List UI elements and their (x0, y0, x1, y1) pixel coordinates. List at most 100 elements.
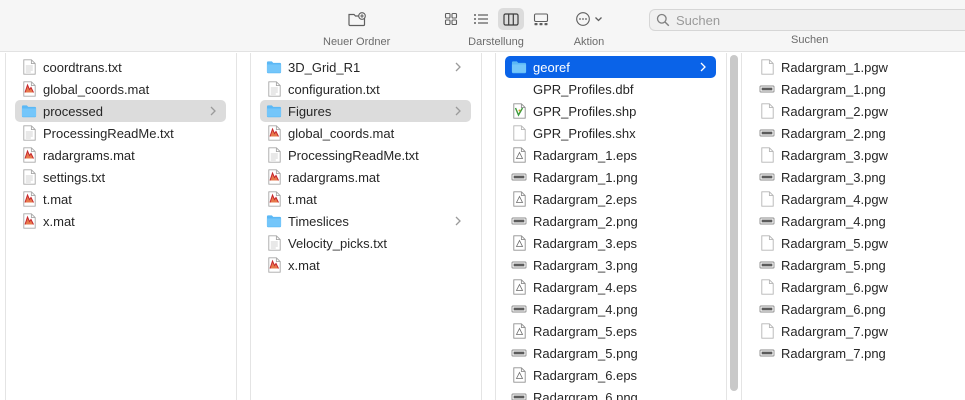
png-file-icon (511, 389, 527, 400)
mat-file-icon (21, 81, 37, 97)
file-row[interactable]: Radargram_3.pgw (753, 144, 953, 166)
file-row[interactable]: Radargram_5.png (753, 254, 953, 276)
file-row[interactable]: global_coords.mat (15, 78, 226, 100)
icon-view-button[interactable] (438, 8, 464, 30)
search-label: Suchen (791, 34, 829, 46)
eps-file-icon (511, 191, 527, 207)
file-row[interactable]: radargrams.mat (15, 144, 226, 166)
file-row[interactable]: Radargram_5.png (505, 342, 716, 364)
file-row[interactable]: Radargram_7.pgw (753, 320, 953, 342)
search-field[interactable] (649, 9, 965, 31)
file-row[interactable]: x.mat (260, 254, 471, 276)
item-name: Radargram_5.eps (533, 323, 638, 339)
png-file-icon (511, 257, 527, 273)
folder-row[interactable]: 3D_Grid_R1 (260, 56, 471, 78)
folder-icon (266, 59, 282, 75)
item-name: t.mat (43, 191, 72, 207)
file-row[interactable]: t.mat (15, 188, 226, 210)
eps-file-icon (511, 323, 527, 339)
file-row[interactable]: x.mat (15, 210, 226, 232)
folder-icon (266, 103, 282, 119)
file-row[interactable]: Radargram_6.png (753, 298, 953, 320)
chevron-right-icon (208, 104, 218, 118)
folder-row[interactable]: Timeslices (260, 210, 471, 232)
file-row[interactable]: t.mat (260, 188, 471, 210)
file-row[interactable]: ProcessingReadMe.txt (15, 122, 226, 144)
file-row[interactable]: configuration.txt (260, 78, 471, 100)
file-row[interactable]: Radargram_5.eps (505, 320, 716, 342)
file-row[interactable]: Radargram_3.eps (505, 232, 716, 254)
action-menu-button[interactable] (571, 8, 607, 30)
file-row[interactable]: Radargram_2.eps (505, 188, 716, 210)
png-file-icon (759, 345, 775, 361)
file-row[interactable]: Radargram_6.eps (505, 364, 716, 386)
file-row[interactable]: Radargram_7.png (753, 342, 953, 364)
file-row[interactable]: Radargram_2.png (505, 210, 716, 232)
blank-doc-icon (759, 323, 775, 339)
item-name: Radargram_3.pgw (781, 147, 888, 163)
file-row[interactable]: global_coords.mat (260, 122, 471, 144)
file-row[interactable]: Radargram_3.png (505, 254, 716, 276)
item-name: 3D_Grid_R1 (288, 59, 361, 75)
file-row[interactable]: Radargram_3.png (753, 166, 953, 188)
folder-plus-icon (348, 12, 366, 27)
text-doc-icon (266, 81, 282, 97)
file-row[interactable]: Radargram_4.png (505, 298, 716, 320)
folder-row[interactable]: processed (15, 100, 226, 122)
chevron-right-icon (453, 214, 463, 228)
shape-file-icon (511, 103, 527, 119)
item-name: Radargram_6.png (533, 389, 638, 400)
file-row[interactable]: ProcessingReadMe.txt (260, 144, 471, 166)
file-row[interactable]: radargrams.mat (260, 166, 471, 188)
item-name: Radargram_4.png (781, 213, 886, 229)
blank-doc-icon (759, 191, 775, 207)
eps-file-icon (511, 235, 527, 251)
view-group: Darstellung (438, 8, 554, 48)
new-folder-button[interactable] (344, 8, 370, 30)
file-row[interactable]: Radargram_5.pgw (753, 232, 953, 254)
search-input[interactable] (676, 12, 956, 28)
file-row[interactable]: Radargram_2.pgw (753, 100, 953, 122)
icon-view-icon (444, 12, 458, 26)
gallery-view-button[interactable] (528, 8, 554, 30)
column-divider (481, 53, 482, 400)
file-row[interactable]: GPR_Profiles.shp (505, 100, 716, 122)
view-label: Darstellung (468, 36, 524, 48)
file-row[interactable]: Radargram_4.png (753, 210, 953, 232)
text-doc-icon (266, 235, 282, 251)
column-view-button[interactable] (498, 8, 524, 30)
chevron-right-icon (453, 104, 463, 118)
column-3-scrollbar[interactable] (730, 55, 738, 391)
blank-doc-icon (759, 103, 775, 119)
file-row[interactable]: Radargram_4.eps (505, 276, 716, 298)
item-name: GPR_Profiles.dbf (533, 81, 634, 97)
file-row[interactable]: Velocity_picks.txt (260, 232, 471, 254)
file-row[interactable]: Radargram_4.pgw (753, 188, 953, 210)
file-row[interactable]: coordtrans.txt (15, 56, 226, 78)
list-view-button[interactable] (468, 8, 494, 30)
column-3: georef GPR_Profiles.dbf GPR_Profiles.shp GP… (496, 53, 726, 400)
png-file-icon (511, 169, 527, 185)
png-file-icon (511, 213, 527, 229)
file-row[interactable]: Radargram_6.png (505, 386, 716, 400)
file-row[interactable]: GPR_Profiles.dbf (505, 78, 716, 100)
file-row[interactable]: Radargram_1.pgw (753, 56, 953, 78)
file-row[interactable]: Radargram_1.png (753, 78, 953, 100)
file-row[interactable]: settings.txt (15, 166, 226, 188)
folder-row[interactable]: Figures (260, 100, 471, 122)
magnifier-icon (656, 13, 670, 27)
item-name: Velocity_picks.txt (288, 235, 387, 251)
file-row[interactable]: Radargram_1.png (505, 166, 716, 188)
file-row[interactable]: Radargram_1.eps (505, 144, 716, 166)
item-name: Radargram_2.png (781, 125, 886, 141)
file-row[interactable]: Radargram_6.pgw (753, 276, 953, 298)
file-row[interactable]: Radargram_2.png (753, 122, 953, 144)
item-name: coordtrans.txt (43, 59, 122, 75)
item-name: Radargram_1.png (533, 169, 638, 185)
blank-icon (511, 81, 527, 97)
folder-icon (21, 103, 37, 119)
ellipsis-circle-icon (576, 12, 590, 26)
column-view-icon (503, 12, 519, 26)
folder-row[interactable]: georef (505, 56, 716, 78)
file-row[interactable]: GPR_Profiles.shx (505, 122, 716, 144)
